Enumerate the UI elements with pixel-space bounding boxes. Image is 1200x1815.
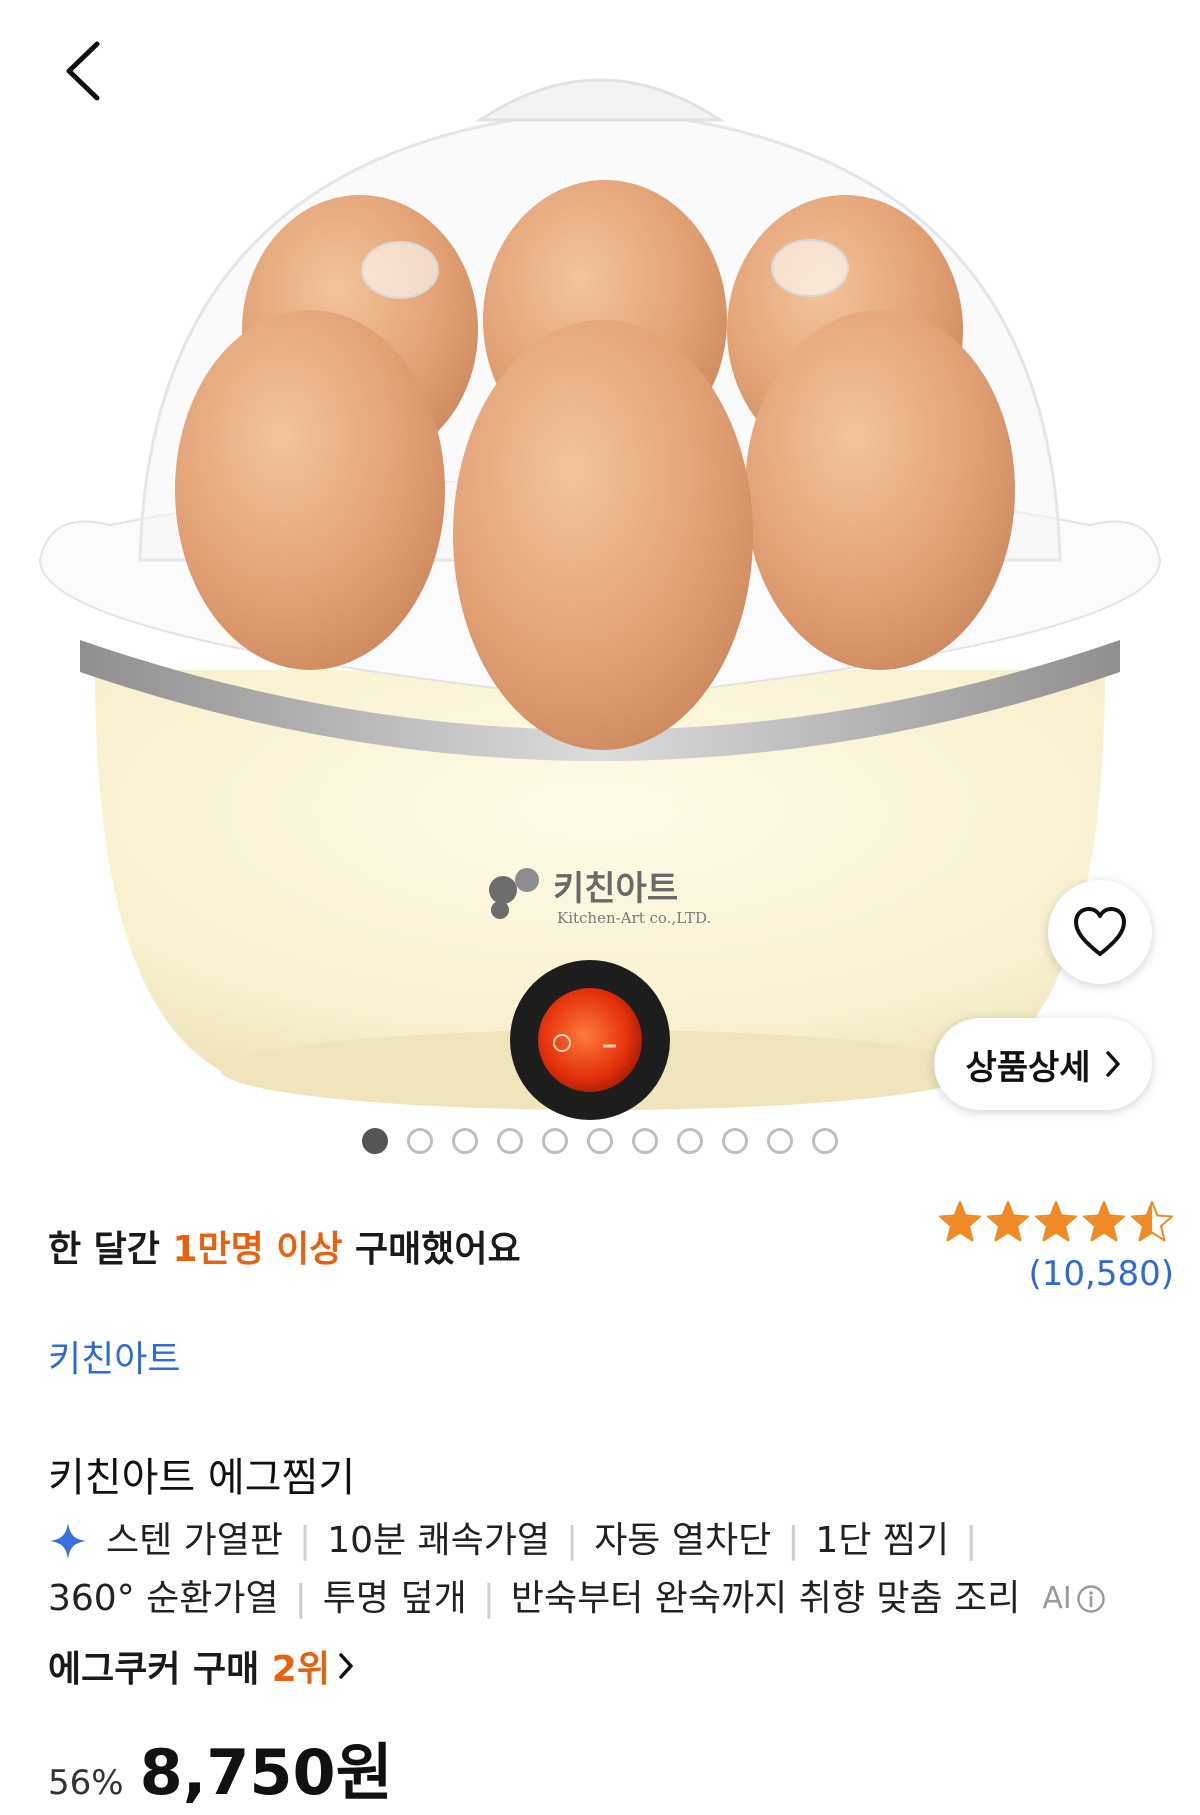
rating-summary[interactable]: (10,580) bbox=[938, 1200, 1174, 1294]
carousel-dot[interactable] bbox=[362, 1128, 388, 1154]
product-title: 키친아트 에그찜기 bbox=[48, 1455, 356, 1501]
sale-price: 8,750원 bbox=[139, 1736, 393, 1809]
feature-item: 360° 순환가열 bbox=[48, 1578, 279, 1619]
feature-divider: | bbox=[299, 1520, 312, 1561]
product-image-carousel[interactable]: 키친아트 Kitchen-Art co.,LTD. 상품상세 bbox=[0, 0, 1200, 1180]
carousel-dot[interactable] bbox=[767, 1128, 793, 1154]
review-count-link[interactable]: (10,580) bbox=[938, 1254, 1175, 1294]
feature-row: 스텐 가열판 | 10분 쾌속가열 | 자동 열차단 | 1단 찜기 | bbox=[48, 1512, 1158, 1570]
brand-logo-text: 키친아트 bbox=[553, 869, 678, 909]
product-image: 키친아트 Kitchen-Art co.,LTD. bbox=[38, 78, 1162, 1120]
ai-label: AI bbox=[1042, 1581, 1072, 1616]
star-icon bbox=[987, 1201, 1029, 1242]
carousel-dot[interactable] bbox=[407, 1128, 433, 1154]
ai-info-badge[interactable]: AI bbox=[1042, 1570, 1105, 1628]
feature-divider: | bbox=[965, 1520, 978, 1561]
carousel-dot[interactable] bbox=[632, 1128, 658, 1154]
star-icon bbox=[1131, 1201, 1173, 1242]
brand-logo-sub: Kitchen-Art co.,LTD. bbox=[557, 909, 711, 927]
ai-feature-summary: 스텐 가열판 | 10분 쾌속가열 | 자동 열차단 | 1단 찜기 | 360° 순환가열 |… bbox=[48, 1512, 1158, 1628]
carousel-dot[interactable] bbox=[722, 1128, 748, 1154]
star-icon bbox=[939, 1201, 981, 1242]
chevron-left-icon bbox=[66, 41, 100, 101]
purchase-suffix: 구매했어요 bbox=[342, 1229, 521, 1270]
sparkle-icon bbox=[50, 1523, 86, 1559]
carousel-dot[interactable] bbox=[452, 1128, 478, 1154]
rank-prefix: 에그쿠커 구매 bbox=[48, 1649, 272, 1690]
carousel-dot[interactable] bbox=[497, 1128, 523, 1154]
star-icon bbox=[1035, 1201, 1077, 1242]
feature-item: 투명 덮개 bbox=[322, 1578, 467, 1619]
carousel-dot[interactable] bbox=[812, 1128, 838, 1154]
back-button[interactable] bbox=[48, 36, 118, 106]
purchase-highlight: 1만명 이상 bbox=[172, 1229, 343, 1270]
feature-item: 1단 찜기 bbox=[815, 1520, 950, 1561]
feature-divider: | bbox=[294, 1578, 307, 1619]
carousel-dot[interactable] bbox=[587, 1128, 613, 1154]
price-block: 56% 8,750원 bbox=[48, 1722, 393, 1812]
feature-divider: | bbox=[482, 1578, 495, 1619]
carousel-indicator bbox=[0, 1128, 1200, 1154]
discount-rate: 56% bbox=[48, 1763, 124, 1803]
feature-divider: | bbox=[787, 1520, 800, 1561]
carousel-dot[interactable] bbox=[677, 1128, 703, 1154]
feature-item: 자동 열차단 bbox=[594, 1520, 772, 1561]
star-icon bbox=[1083, 1201, 1125, 1242]
feature-item: 10분 쾌속가열 bbox=[327, 1520, 551, 1561]
category-rank-link[interactable]: 에그쿠커 구매 2위 bbox=[48, 1640, 354, 1692]
chevron-right-icon bbox=[339, 1653, 353, 1679]
feature-item: 반숙부터 완숙까지 취향 맞춤 조리 bbox=[510, 1578, 1021, 1619]
heart-icon bbox=[1074, 907, 1126, 956]
purchase-count-text: 한 달간 1만명 이상 구매했어요 bbox=[48, 1220, 521, 1272]
wishlist-button[interactable] bbox=[1048, 880, 1152, 984]
product-detail-label: 상품상세 bbox=[965, 1047, 1091, 1088]
feature-item: 스텐 가열판 bbox=[106, 1520, 284, 1561]
info-icon bbox=[1077, 1585, 1105, 1613]
product-detail-button[interactable]: 상품상세 bbox=[934, 1018, 1152, 1110]
star-rating bbox=[938, 1200, 1174, 1244]
rank-highlight: 2위 bbox=[271, 1649, 330, 1690]
chevron-right-icon bbox=[1105, 1051, 1120, 1077]
feature-row: 360° 순환가열 | 투명 덮개 | 반숙부터 완숙까지 취향 맞춤 조리 AI bbox=[48, 1570, 1158, 1628]
purchase-prefix: 한 달간 bbox=[48, 1229, 173, 1270]
feature-divider: | bbox=[566, 1520, 579, 1561]
brand-store-link[interactable]: 키친아트 bbox=[48, 1330, 180, 1382]
carousel-dot[interactable] bbox=[542, 1128, 568, 1154]
